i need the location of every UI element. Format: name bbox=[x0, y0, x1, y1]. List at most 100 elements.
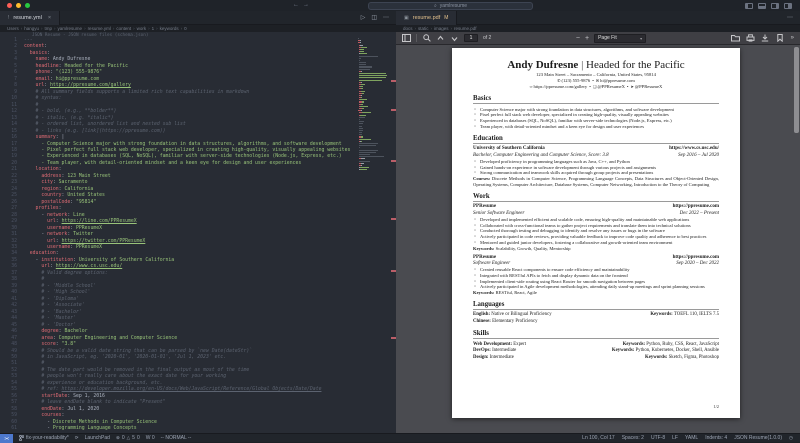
tab-label: resume.yml bbox=[13, 15, 41, 21]
toggle-sidebar-icon[interactable] bbox=[745, 3, 753, 9]
bullet-list: Developed proficiency in programming lan… bbox=[473, 159, 719, 176]
toggle-secondary-sidebar-icon[interactable] bbox=[771, 3, 779, 9]
breadcrumb-item[interactable]: content bbox=[116, 26, 131, 31]
pair-right-label: Keywords: bbox=[612, 348, 636, 353]
minimap-line bbox=[358, 73, 390, 74]
minimap-line bbox=[358, 154, 390, 155]
git-branch[interactable]: fix-your-readability* bbox=[19, 435, 69, 441]
minimap-line bbox=[358, 38, 390, 39]
close-window-button[interactable] bbox=[7, 3, 12, 8]
minimap-line bbox=[358, 86, 390, 87]
page-number-input[interactable] bbox=[464, 34, 478, 42]
customize-layout-icon[interactable] bbox=[784, 3, 792, 9]
zoom-select[interactable]: Page Fit ▾ bbox=[594, 34, 646, 43]
minimap[interactable] bbox=[358, 38, 390, 171]
forward-icon[interactable]: → bbox=[303, 2, 313, 8]
sync-button[interactable]: ⟳ bbox=[75, 435, 79, 441]
code-text: - Programming Language Concepts bbox=[24, 426, 137, 432]
minimap-line bbox=[358, 47, 390, 48]
breadcrumb-item[interactable]: 1 bbox=[152, 26, 155, 31]
toggle-panel-icon[interactable] bbox=[758, 3, 766, 9]
zoom-in-icon[interactable]: + bbox=[585, 35, 589, 42]
run-icon[interactable]: ▷ bbox=[361, 14, 366, 21]
breadcrumb-item[interactable]: resume.yml bbox=[88, 26, 111, 31]
pair-label: English: bbox=[473, 312, 491, 317]
maximize-window-button[interactable] bbox=[25, 3, 30, 8]
split-editor-icon[interactable]: ◫ bbox=[371, 14, 377, 21]
launchpad-item[interactable]: LaunchPad bbox=[85, 435, 110, 441]
git-modified-badge: M bbox=[444, 15, 448, 21]
pair-label: Chinese: bbox=[473, 319, 492, 324]
vim-mode-indicator[interactable]: -- NORMAL -- bbox=[161, 435, 192, 441]
minimap-line bbox=[358, 56, 390, 57]
print-icon[interactable] bbox=[746, 34, 755, 43]
next-page-icon[interactable] bbox=[450, 34, 459, 43]
breadcrumb-item[interactable]: images bbox=[434, 26, 449, 31]
pdf-scrollbar-thumb[interactable] bbox=[794, 47, 799, 133]
cursor-position[interactable]: Ln 100, Col 17 bbox=[582, 435, 615, 441]
code-line[interactable]: 61 - Programming Language Concepts bbox=[0, 426, 356, 432]
yaml-schema-item[interactable]: JSON Resume(1.0.0) bbox=[734, 435, 782, 441]
breadcrumb-item[interactable]: Users bbox=[7, 26, 19, 31]
minimap-line bbox=[358, 130, 390, 131]
w-indicator[interactable]: W 0 bbox=[146, 435, 155, 441]
minimap-line bbox=[358, 42, 390, 43]
resume-section: SkillsWeb Development: ExpertKeywords: P… bbox=[473, 330, 719, 361]
remote-indicator[interactable]: >< bbox=[0, 434, 13, 443]
indents-item[interactable]: Indents: 4 bbox=[705, 435, 727, 441]
yaml-editor[interactable]: JSON Resume - JSON resume files (schema.… bbox=[0, 32, 396, 433]
close-icon[interactable]: × bbox=[48, 15, 51, 21]
breadcrumb-item[interactable]: docs bbox=[403, 26, 413, 31]
more-actions-icon[interactable]: ⋯ bbox=[383, 14, 389, 21]
minimap-line bbox=[358, 117, 390, 118]
search-icon[interactable] bbox=[422, 34, 431, 43]
pdf-viewer[interactable]: Andy Dufresne | Headed for the Pacific 1… bbox=[396, 45, 800, 433]
eol-setting[interactable]: LF bbox=[672, 435, 678, 441]
left-tab-bar: ! resume.yml × ▷ ◫ ⋯ bbox=[0, 11, 396, 25]
notifications-bell[interactable]: ◷ bbox=[789, 435, 793, 441]
breadcrumb-item[interactable]: resume.pdf bbox=[454, 26, 477, 31]
minimap-line bbox=[358, 112, 390, 113]
breadcrumb-item[interactable]: static bbox=[418, 26, 429, 31]
indentation-setting[interactable]: Spaces: 2 bbox=[622, 435, 644, 441]
download-icon[interactable] bbox=[761, 34, 770, 43]
breadcrumb-item[interactable]: hangyu bbox=[24, 26, 39, 31]
more-tools-icon[interactable]: » bbox=[791, 35, 794, 41]
toggle-sidebar-icon[interactable] bbox=[402, 34, 411, 43]
entry-tail: Keywords: Scalability, Growth, Quality, … bbox=[473, 246, 719, 252]
resume-entry: PPResumehttps://ppresume.comSoftware Eng… bbox=[473, 255, 719, 296]
breadcrumb-item[interactable]: tmp bbox=[45, 26, 53, 31]
back-icon[interactable]: ← bbox=[293, 2, 303, 8]
resume-entry: University of Southern Californiahttps:/… bbox=[473, 146, 719, 187]
minimap-line bbox=[358, 71, 390, 72]
breadcrumb-item[interactable]: yamlresume bbox=[58, 26, 83, 31]
current-view-icon[interactable] bbox=[776, 34, 785, 43]
section-title: Basics bbox=[473, 95, 719, 104]
pair-right-value: Python, Kubernetes, Docker, Shell, Ansib… bbox=[636, 348, 719, 353]
breadcrumb-item[interactable]: keywords bbox=[160, 26, 179, 31]
minimap-line bbox=[358, 134, 390, 135]
minimap-line bbox=[358, 80, 390, 81]
breadcrumb-item[interactable]: 0 bbox=[184, 26, 187, 31]
pair-right-value: Python, Ruby, CSS, React, JavaScript bbox=[646, 342, 719, 347]
previous-page-icon[interactable] bbox=[436, 34, 445, 43]
breadcrumb-separator: › bbox=[148, 26, 150, 31]
code-area[interactable]: 1---2content:3 basics:4 name: Andy Dufre… bbox=[0, 38, 356, 433]
command-center[interactable]: ⌕ yamlresume bbox=[368, 2, 533, 10]
language-mode[interactable]: YAML bbox=[685, 435, 698, 441]
more-actions-icon[interactable]: ⋯ bbox=[787, 14, 793, 21]
encoding-setting[interactable]: UTF-8 bbox=[651, 435, 665, 441]
tab-resume-yml[interactable]: ! resume.yml × bbox=[0, 11, 60, 25]
zoom-out-icon[interactable]: − bbox=[576, 35, 580, 42]
tab-resume-pdf[interactable]: ▣ resume.pdf M bbox=[396, 11, 457, 25]
minimap-line bbox=[358, 62, 390, 63]
minimap-line bbox=[358, 161, 390, 162]
breadcrumb-item[interactable]: work bbox=[137, 26, 147, 31]
minimap-line bbox=[358, 53, 390, 54]
open-file-icon[interactable] bbox=[731, 34, 740, 43]
minimap-line bbox=[358, 152, 390, 153]
minimize-window-button[interactable] bbox=[16, 3, 21, 8]
pair-right-label: Keywords: bbox=[645, 355, 669, 360]
spaces-label: Spaces: 2 bbox=[622, 435, 644, 441]
problems-indicator[interactable]: ⊗ 0 △ 5 0 bbox=[116, 435, 140, 441]
